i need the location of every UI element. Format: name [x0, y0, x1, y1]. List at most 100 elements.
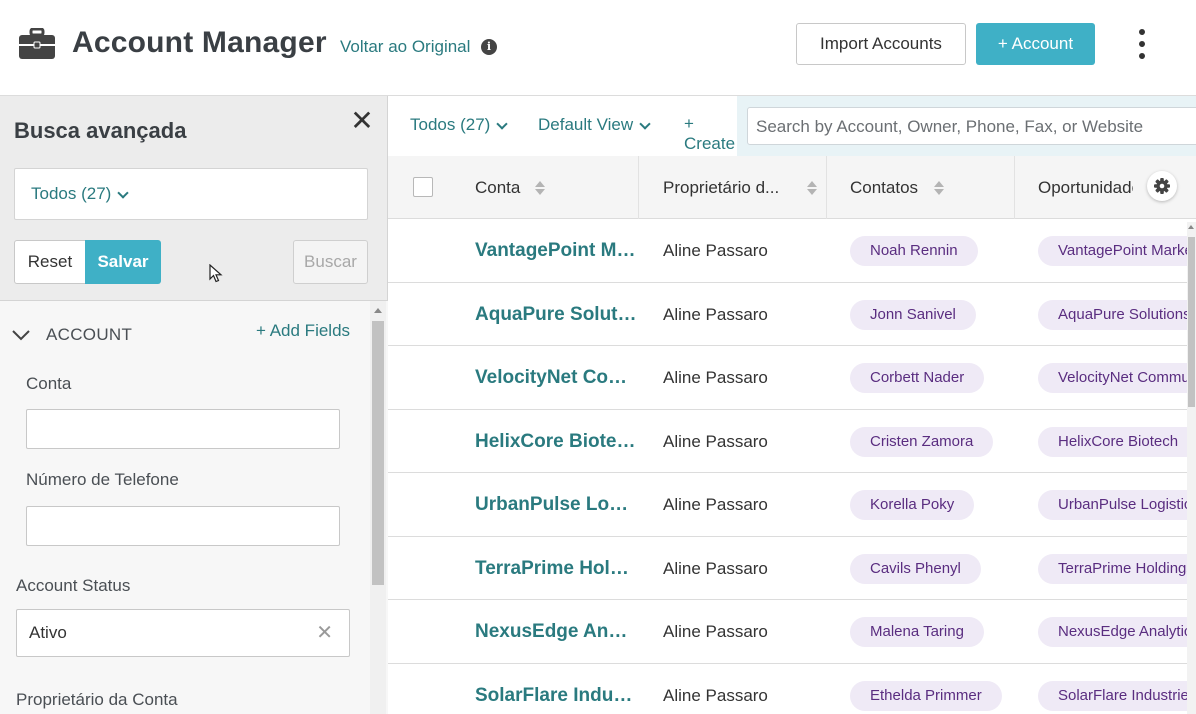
list-toolbar: Todos (27) Default View + Create Search … [388, 96, 1196, 156]
scroll-up-icon[interactable] [1188, 225, 1194, 229]
column-header-opportunities[interactable]: Oportunidades [1015, 156, 1133, 219]
contact-pill[interactable]: Cavils Phenyl [850, 553, 981, 584]
account-status-select[interactable]: Ativo ✕ [16, 609, 350, 657]
table-row[interactable]: UrbanPulse Logistics Aline Passaro Korel… [388, 473, 1196, 537]
column-header-label: Contatos [850, 178, 919, 197]
opportunity-pill[interactable]: AquaPure Solutions [1038, 299, 1196, 330]
table-row[interactable]: VantagePoint Marketing Aline Passaro Noa… [388, 219, 1196, 283]
chevron-down-icon[interactable] [12, 326, 30, 344]
owner-cell: Aline Passaro [663, 304, 768, 324]
account-name-link[interactable]: VelocityNet Communications [475, 346, 637, 409]
view-dropdown[interactable]: Default View [538, 115, 651, 135]
column-header-label: Proprietário d... [663, 178, 780, 197]
chevron-down-icon [117, 187, 129, 199]
sort-icon[interactable] [535, 181, 545, 195]
list-filter-label: Todos (27) [410, 115, 491, 134]
table-row[interactable]: HelixCore Biotech Aline Passaro Cristen … [388, 409, 1196, 473]
column-header-conta[interactable]: Conta [475, 156, 639, 219]
opportunity-pill[interactable]: HelixCore Biotech [1038, 426, 1196, 457]
filter-fields-area: ACCOUNT + Add Fields Conta Número de Tel… [0, 300, 388, 714]
column-header-owner[interactable]: Proprietário d... [639, 156, 827, 219]
search-button[interactable]: Buscar [293, 240, 368, 284]
owner-cell: Aline Passaro [663, 368, 768, 387]
column-header-label: Oportunidades [1038, 178, 1133, 197]
mouse-cursor-icon [209, 264, 223, 283]
account-name-link[interactable]: UrbanPulse Logistics [475, 473, 637, 536]
contact-pill[interactable]: Cristen Zamora [850, 426, 994, 457]
owner-cell: Aline Passaro [663, 431, 768, 451]
save-button[interactable]: Salvar [85, 240, 161, 284]
opportunity-pill[interactable]: NexusEdge Analytics [1038, 617, 1196, 647]
page-title: Account Manager [72, 26, 327, 59]
app-header: Account Manager Voltar ao Original i Imp… [0, 0, 1196, 96]
table-row[interactable]: VelocityNet Communications Aline Passaro… [388, 346, 1196, 410]
owner-cell: Aline Passaro [663, 622, 768, 641]
info-icon[interactable]: i [481, 39, 497, 55]
owner-cell: Aline Passaro [663, 558, 768, 578]
kebab-menu-icon[interactable] [1130, 27, 1154, 61]
panel-scrollbar[interactable] [370, 301, 386, 714]
field-label-conta: Conta [26, 374, 72, 393]
contact-pill[interactable]: Korella Poky [850, 490, 975, 520]
table-row[interactable]: NexusEdge Analytics Aline Passaro Malena… [388, 600, 1196, 664]
contact-pill[interactable]: Corbett Nader [850, 363, 985, 393]
column-header-contacts[interactable]: Contatos [827, 156, 1015, 219]
chevron-down-icon [496, 118, 508, 130]
table-scrollbar[interactable] [1187, 222, 1196, 714]
table-row[interactable]: SolarFlare Industries Aline Passaro Ethe… [388, 663, 1196, 714]
clear-icon[interactable]: ✕ [316, 622, 333, 644]
table-row[interactable]: AquaPure Solutions Aline Passaro Jonn Sa… [388, 282, 1196, 346]
owner-cell: Aline Passaro [663, 241, 768, 260]
create-view-link[interactable]: + Create [684, 114, 740, 154]
opportunity-pill[interactable]: VantagePoint Marketing [1038, 236, 1196, 266]
view-label: Default View [538, 115, 634, 134]
field-label-account-status: Account Status [16, 576, 131, 595]
account-name-link[interactable]: VantagePoint Marketing [475, 219, 637, 282]
close-icon[interactable]: ✕ [350, 107, 374, 135]
account-status-value: Ativo [29, 623, 67, 642]
advanced-search-panel: Busca avançada ✕ Todos (27) Reset Salvar… [0, 96, 388, 714]
contact-pill[interactable]: Ethelda Primmer [850, 680, 1002, 711]
select-all-checkbox[interactable] [413, 177, 433, 197]
account-name-link[interactable]: TerraPrime Holdings [475, 537, 637, 600]
table-row[interactable]: TerraPrime Holdings Aline Passaro Cavils… [388, 536, 1196, 600]
briefcase-icon [19, 28, 55, 59]
contact-pill[interactable]: Jonn Sanivel [850, 299, 976, 330]
field-label-phone: Número de Telefone [26, 470, 179, 489]
account-name-link[interactable]: AquaPure Solutions [475, 283, 637, 346]
import-accounts-button[interactable]: Import Accounts [796, 23, 966, 65]
opportunity-pill[interactable]: TerraPrime Holdings [1038, 553, 1196, 584]
scroll-up-icon[interactable] [374, 308, 382, 313]
sort-icon[interactable] [934, 181, 944, 195]
account-name-link[interactable]: NexusEdge Analytics [475, 600, 637, 663]
column-header-label: Conta [475, 178, 521, 197]
reset-button[interactable]: Reset [14, 240, 86, 284]
contact-pill[interactable]: Noah Rennin [850, 236, 978, 266]
table-header: Conta Proprietário d... Contatos Oportun… [388, 156, 1196, 219]
panel-title: Busca avançada [14, 118, 187, 143]
owner-cell: Aline Passaro [663, 685, 768, 705]
gear-icon[interactable] [1147, 171, 1177, 201]
search-input[interactable]: Search by Account, Owner, Phone, Fax, or… [747, 107, 1196, 145]
field-label-account-owner: Proprietário da Conta [16, 690, 178, 709]
phone-input[interactable] [26, 506, 340, 546]
account-name-link[interactable]: HelixCore Biotech [475, 410, 637, 473]
section-title: ACCOUNT [46, 325, 133, 344]
account-name-link[interactable]: SolarFlare Industries [475, 664, 637, 714]
search-area: Search by Account, Owner, Phone, Fax, or… [737, 96, 1196, 156]
scrollbar-thumb[interactable] [372, 321, 384, 585]
add-fields-link[interactable]: + Add Fields [256, 321, 350, 341]
back-to-original-link[interactable]: Voltar ao Original [340, 37, 470, 57]
conta-input[interactable] [26, 409, 340, 449]
contact-pill[interactable]: Malena Taring [850, 617, 984, 647]
saved-filter-select[interactable]: Todos (27) [14, 168, 368, 220]
opportunity-pill[interactable]: VelocityNet Communications [1038, 363, 1196, 393]
chevron-down-icon [639, 118, 651, 130]
sort-icon[interactable] [807, 181, 817, 195]
add-account-button[interactable]: + Account [976, 23, 1095, 65]
list-filter-dropdown[interactable]: Todos (27) [410, 115, 508, 135]
opportunity-pill[interactable]: UrbanPulse Logistics [1038, 490, 1196, 520]
scrollbar-thumb[interactable] [1188, 237, 1195, 407]
accounts-table: Conta Proprietário d... Contatos Oportun… [388, 156, 1196, 714]
opportunity-pill[interactable]: SolarFlare Industries [1038, 680, 1196, 711]
